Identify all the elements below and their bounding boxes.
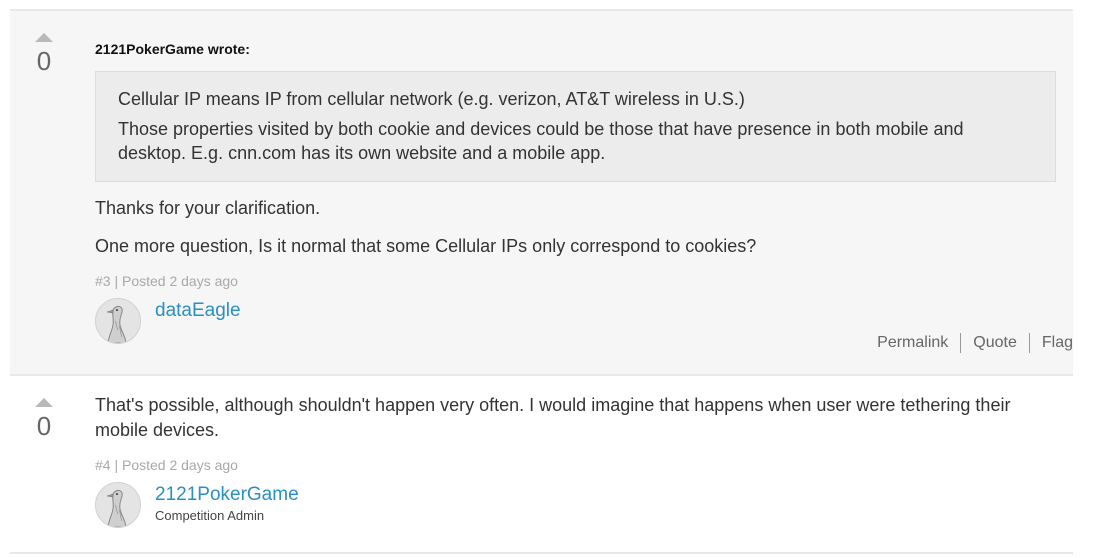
post-content: That's possible, although shouldn't happ… bbox=[95, 393, 1056, 532]
post-author: 2121PokerGame Competition Admin bbox=[95, 482, 1056, 532]
post-body: That's possible, although shouldn't happ… bbox=[95, 393, 1056, 443]
vote-count: 0 bbox=[36, 46, 52, 76]
forum-post: 0 2121PokerGame wrote: Cellular IP means… bbox=[10, 11, 1073, 374]
quote-author: 2121PokerGame wrote: bbox=[95, 41, 250, 57]
upvote-arrow-icon[interactable] bbox=[35, 398, 53, 407]
goose-avatar-icon bbox=[96, 483, 140, 527]
post-meta: #4 | Posted 2 days ago bbox=[95, 457, 238, 473]
vote-widget: 0 bbox=[32, 398, 56, 439]
action-separator bbox=[1028, 333, 1030, 353]
post-body: Thanks for your clarification. One more … bbox=[95, 196, 1056, 259]
post-meta: #3 | Posted 2 days ago bbox=[95, 273, 238, 289]
vote-count: 0 bbox=[36, 411, 52, 441]
forum-post: 0 That's possible, although shouldn't ha… bbox=[10, 376, 1073, 552]
post-paragraph: One more question, Is it normal that som… bbox=[95, 236, 757, 256]
post-actions: Permalink Quote Flag bbox=[877, 333, 1073, 353]
author-name-link[interactable]: dataEagle bbox=[155, 300, 241, 322]
avatar[interactable] bbox=[95, 482, 141, 528]
upvote-arrow-icon[interactable] bbox=[35, 33, 53, 42]
author-name-link[interactable]: 2121PokerGame bbox=[155, 484, 299, 506]
post-paragraph: That's possible, although shouldn't happ… bbox=[95, 395, 1011, 440]
bottom-divider bbox=[10, 552, 1073, 554]
flag-link[interactable]: Flag bbox=[1042, 334, 1073, 351]
goose-avatar-icon bbox=[96, 299, 140, 343]
quote-paragraph: Cellular IP means IP from cellular netwo… bbox=[118, 89, 745, 109]
author-role: Competition Admin bbox=[155, 508, 265, 523]
quote-paragraph: Those properties visited by both cookie … bbox=[118, 119, 964, 163]
vote-widget: 0 bbox=[32, 33, 56, 74]
quote-link[interactable]: Quote bbox=[973, 334, 1017, 351]
avatar[interactable] bbox=[95, 298, 141, 344]
quote-block: Cellular IP means IP from cellular netwo… bbox=[95, 71, 1056, 182]
post-content: 2121PokerGame wrote: Cellular IP means I… bbox=[95, 41, 1056, 348]
action-separator bbox=[960, 333, 962, 353]
permalink-link[interactable]: Permalink bbox=[877, 334, 948, 351]
post-paragraph: Thanks for your clarification. bbox=[95, 198, 321, 218]
